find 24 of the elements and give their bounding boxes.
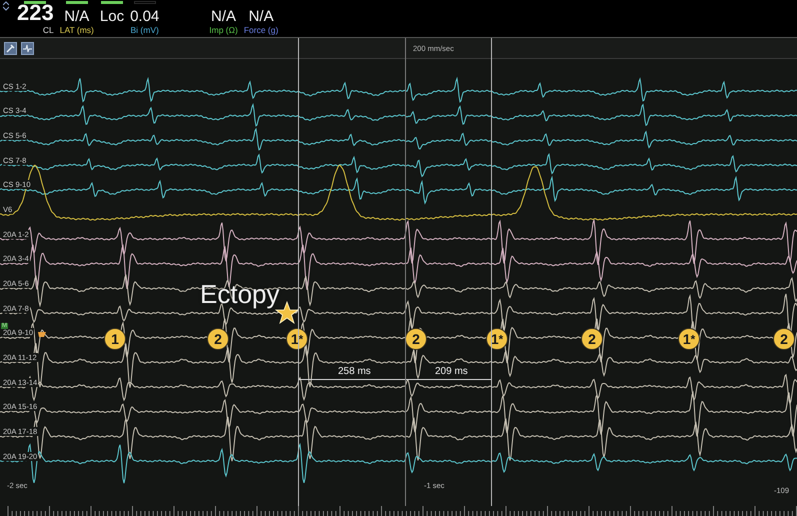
beat-marker[interactable]: 2	[773, 328, 795, 350]
sort-arrows-icon[interactable]	[3, 1, 9, 11]
waveform-button[interactable]	[21, 42, 34, 54]
beat-marker[interactable]: 2	[405, 328, 427, 350]
readout-value: N/A	[64, 7, 90, 24]
readout-label: Bi (mV)	[130, 25, 159, 35]
readout-value: 223	[17, 6, 54, 24]
readout-label: CL	[42, 25, 54, 35]
interval-measurement: 209 ms	[435, 366, 468, 377]
readout-label: Imp (Ω)	[209, 25, 238, 35]
beat-marker[interactable]: 2	[207, 328, 229, 350]
readout-value: Loc	[100, 7, 124, 24]
beat-marker[interactable]: 1	[104, 328, 126, 350]
readout-value: 0.04	[130, 7, 160, 24]
tools-button[interactable]	[4, 42, 17, 54]
waveform-icon	[23, 44, 32, 52]
wrench-icon	[6, 44, 15, 52]
annotation-flag-icon	[38, 332, 46, 337]
beat-marker[interactable]: 2	[581, 328, 603, 350]
readout-value: N/A	[248, 7, 274, 24]
readout-label: LAT (ms)	[60, 25, 94, 35]
interval-measurement: 258 ms	[338, 366, 371, 377]
readout-value: N/A	[211, 7, 236, 24]
readout-label: Force (g)	[244, 25, 278, 35]
